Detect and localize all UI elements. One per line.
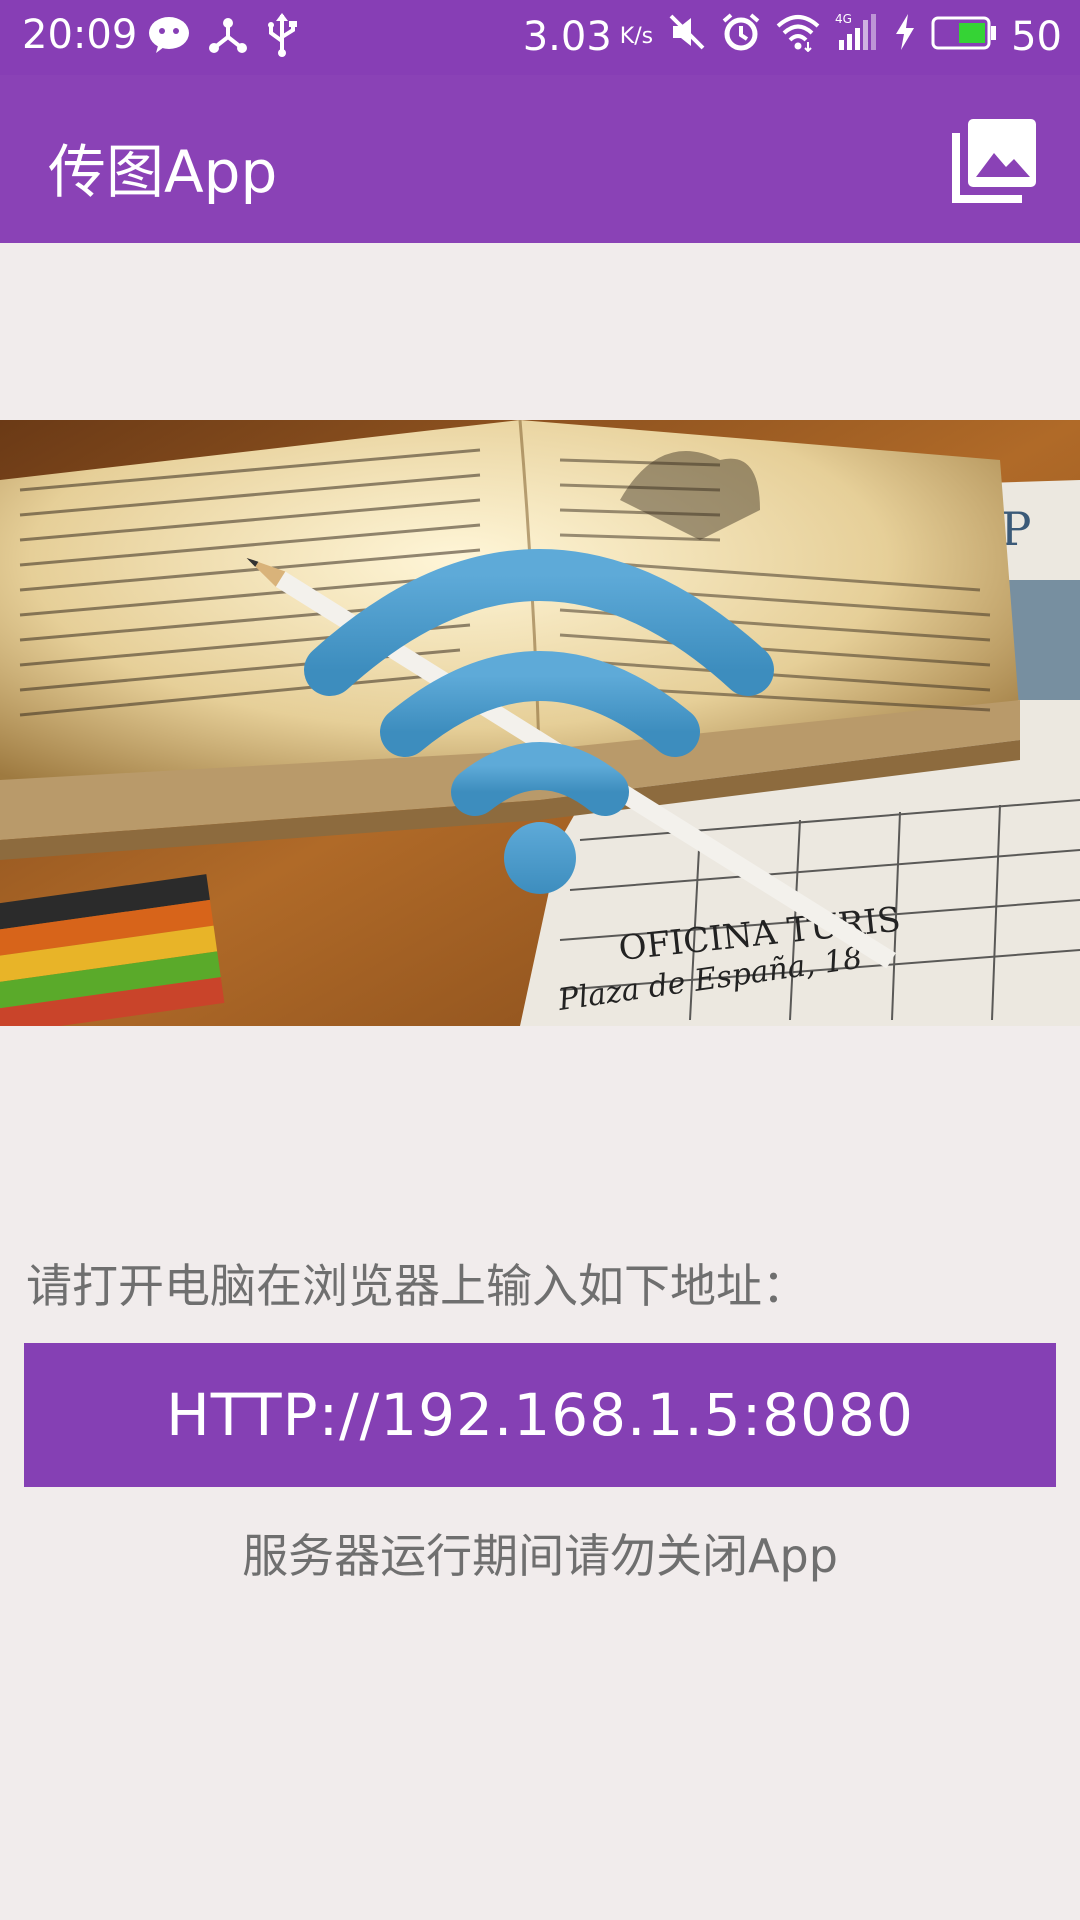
book-wifi-illustration: EGIP OFICINA TURIS Plaza de España, 18	[0, 420, 1080, 1026]
mute-icon	[667, 12, 707, 62]
battery-icon	[931, 14, 997, 60]
status-bar: 20:09 3.03 K/s 4G 50	[0, 0, 1080, 75]
share-icon	[208, 15, 248, 59]
usb-icon	[266, 13, 298, 61]
server-url-box[interactable]: HTTP://192.168.1.5:8080	[24, 1343, 1056, 1487]
battery-level: 50	[1011, 14, 1062, 60]
wechat-icon	[148, 16, 190, 58]
network-speed: 3.03	[522, 14, 612, 60]
alarm-icon	[721, 12, 761, 62]
network-speed-unit: K/s	[619, 24, 654, 49]
signal-4g-icon: 4G	[835, 12, 879, 62]
app-title: 传图App	[48, 138, 278, 206]
charging-icon	[893, 12, 917, 62]
svg-text:4G: 4G	[835, 12, 852, 26]
status-time: 20:09	[22, 12, 138, 58]
warning-note: 服务器运行期间请勿关闭App	[242, 1529, 838, 1583]
status-right-icons: 3.03 K/s 4G 50	[523, 12, 1062, 62]
wifi-icon	[775, 12, 821, 62]
photo-library-icon	[950, 119, 1040, 209]
instruction-text: 请打开电脑在浏览器上输入如下地址：	[26, 1259, 808, 1313]
server-url: HTTP://192.168.1.5:8080	[166, 1381, 914, 1449]
gallery-button[interactable]	[950, 115, 1040, 205]
status-left-icons	[148, 13, 298, 61]
hero-image: EGIP OFICINA TURIS Plaza de España, 18	[0, 420, 1080, 1026]
app-bar: 传图App	[0, 75, 1080, 243]
